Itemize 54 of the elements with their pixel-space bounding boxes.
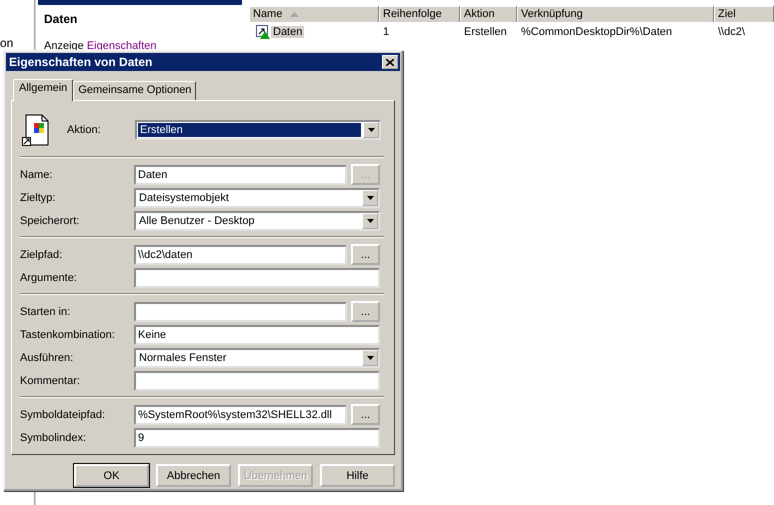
view-text: Anzeige Eigenschaften <box>44 40 157 52</box>
properties-link[interactable]: Eigenschaften <box>86 40 157 52</box>
column-header[interactable]: Name <box>249 6 379 22</box>
dialog-button[interactable]: Hilfe <box>320 464 395 487</box>
dialog-button[interactable]: OK <box>74 464 149 487</box>
pane-text: on <box>0 36 14 50</box>
field-label: Tastenkombination: <box>20 328 116 340</box>
dialog-button[interactable]: Abbrechen <box>156 464 231 487</box>
browse-button[interactable]: ... <box>351 244 380 265</box>
field-label: Ausführen: <box>20 352 74 364</box>
table-cell-text: Erstellen <box>463 25 508 40</box>
column-header[interactable]: Verknüpfung <box>517 6 714 22</box>
field-label: Kommentar: <box>20 374 81 386</box>
browse-button[interactable]: ... <box>351 404 380 425</box>
dropdown[interactable]: Dateisystemobjekt <box>134 188 380 208</box>
field-label: Symbolindex: <box>20 432 88 444</box>
dropdown-arrow-icon <box>366 356 374 360</box>
input-field[interactable] <box>134 370 380 390</box>
table-cell-text: 1 <box>382 25 390 40</box>
input-field[interactable] <box>134 302 347 322</box>
field-label: Name: <box>20 168 54 180</box>
field-label: Speicherort: <box>20 214 80 226</box>
input-field[interactable]: Daten <box>134 164 347 184</box>
field-label: Starten in: <box>20 306 72 318</box>
close-button[interactable] <box>382 55 398 69</box>
field-label: Zieltyp: <box>20 192 56 204</box>
tab[interactable]: Allgemein <box>13 79 74 101</box>
dropdown[interactable]: Normales Fenster <box>134 348 380 368</box>
input-field[interactable]: \\dc2\daten <box>134 244 347 264</box>
tab[interactable]: Gemeinsame Optionen <box>73 81 196 100</box>
table-cell: Daten <box>249 24 379 40</box>
dropdown-arrow-icon <box>366 218 374 222</box>
window-title: Eigenschaften von Daten <box>9 55 152 69</box>
input-field[interactable]: 9 <box>134 428 380 448</box>
input-field[interactable]: %SystemRoot%\system32\SHELL32.dll <box>134 404 347 424</box>
input-field[interactable]: Keine <box>134 324 380 344</box>
column-header[interactable]: Reihenfolge <box>379 6 460 22</box>
column-header[interactable]: Aktion <box>460 6 517 22</box>
table-cell-text: \\dc2\ <box>717 25 746 40</box>
column-header[interactable]: Ziel <box>714 6 774 22</box>
field-label: Zielpfad: <box>20 248 64 260</box>
dropdown[interactable]: Alle Benutzer - Desktop <box>134 210 380 230</box>
dropdown-arrow-icon <box>366 196 374 200</box>
pane-title: Daten <box>44 12 78 26</box>
field-label: Aktion: <box>67 124 102 136</box>
field-label: Argumente: <box>20 272 78 284</box>
field-label: Symboldateipfad: <box>20 408 106 420</box>
shortcut-icon <box>256 25 270 39</box>
table-cell-text: %CommonDesktopDir%\Daten <box>520 25 673 40</box>
close-icon <box>386 58 394 66</box>
dropdown-arrow-icon <box>368 128 374 132</box>
input-field[interactable] <box>134 268 380 288</box>
action-dropdown[interactable]: Erstellen <box>135 120 381 140</box>
browse-button[interactable]: ... <box>351 301 380 322</box>
